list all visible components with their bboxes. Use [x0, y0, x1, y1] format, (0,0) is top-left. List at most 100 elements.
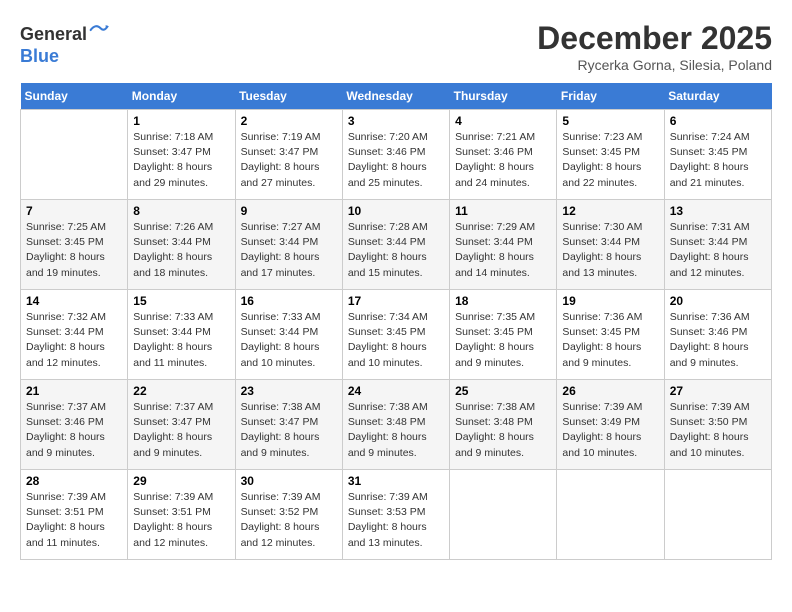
cell-details: Sunrise: 7:20 AMSunset: 3:46 PMDaylight:…	[348, 130, 444, 191]
cell-details: Sunrise: 7:39 AMSunset: 3:52 PMDaylight:…	[241, 490, 337, 551]
cell-details: Sunrise: 7:39 AMSunset: 3:51 PMDaylight:…	[26, 490, 122, 551]
cell-details: Sunrise: 7:38 AMSunset: 3:48 PMDaylight:…	[348, 400, 444, 461]
day-header-friday: Friday	[557, 83, 664, 110]
calendar-cell: 21Sunrise: 7:37 AMSunset: 3:46 PMDayligh…	[21, 380, 128, 470]
calendar-cell: 20Sunrise: 7:36 AMSunset: 3:46 PMDayligh…	[664, 290, 771, 380]
day-number: 10	[348, 204, 444, 218]
day-number: 31	[348, 474, 444, 488]
day-header-sunday: Sunday	[21, 83, 128, 110]
day-number: 1	[133, 114, 229, 128]
cell-details: Sunrise: 7:31 AMSunset: 3:44 PMDaylight:…	[670, 220, 766, 281]
calendar-cell: 11Sunrise: 7:29 AMSunset: 3:44 PMDayligh…	[450, 200, 557, 290]
calendar-cell: 15 Sunrise: 7:33 AMSunset: 3:44 PMDayligh…	[128, 290, 235, 380]
calendar-cell: 14 Sunrise: 7:32 AMSunset: 3:44 PMDayligh…	[21, 290, 128, 380]
calendar-cell: 2Sunrise: 7:19 AMSunset: 3:47 PMDaylight…	[235, 110, 342, 200]
day-number: 27	[670, 384, 766, 398]
cell-details: Sunrise: 7:33 AMSunset: 3:44 PMDaylight:…	[133, 310, 229, 371]
day-header-saturday: Saturday	[664, 83, 771, 110]
cell-details: Sunrise: 7:38 AMSunset: 3:47 PMDaylight:…	[241, 400, 337, 461]
cell-details: Sunrise: 7:27 AMSunset: 3:44 PMDaylight:…	[241, 220, 337, 281]
calendar-cell: 9 Sunrise: 7:27 AMSunset: 3:44 PMDaylight…	[235, 200, 342, 290]
month-title: December 2025	[537, 20, 772, 57]
calendar-cell: 5 Sunrise: 7:23 AMSunset: 3:45 PMDaylight…	[557, 110, 664, 200]
logo: General Blue	[20, 20, 109, 67]
day-number: 7	[26, 204, 122, 218]
week-row-5: 28 Sunrise: 7:39 AMSunset: 3:51 PMDayligh…	[21, 470, 772, 560]
calendar-cell	[21, 110, 128, 200]
day-number: 25	[455, 384, 551, 398]
cell-details: Sunrise: 7:23 AMSunset: 3:45 PMDaylight:…	[562, 130, 658, 191]
cell-details: Sunrise: 7:21 AMSunset: 3:46 PMDaylight:…	[455, 130, 551, 191]
calendar-table: SundayMondayTuesdayWednesdayThursdayFrid…	[20, 83, 772, 560]
calendar-cell: 10 Sunrise: 7:28 AMSunset: 3:44 PMDayligh…	[342, 200, 449, 290]
week-row-3: 14 Sunrise: 7:32 AMSunset: 3:44 PMDayligh…	[21, 290, 772, 380]
location-subtitle: Rycerka Gorna, Silesia, Poland	[537, 57, 772, 73]
calendar-cell: 13 Sunrise: 7:31 AMSunset: 3:44 PMDayligh…	[664, 200, 771, 290]
cell-details: Sunrise: 7:38 AMSunset: 3:48 PMDaylight:…	[455, 400, 551, 461]
calendar-cell: 16Sunrise: 7:33 AMSunset: 3:44 PMDayligh…	[235, 290, 342, 380]
day-number: 8	[133, 204, 229, 218]
cell-details: Sunrise: 7:37 AMSunset: 3:47 PMDaylight:…	[133, 400, 229, 461]
day-number: 28	[26, 474, 122, 488]
calendar-cell: 31 Sunrise: 7:39 AMSunset: 3:53 PMDayligh…	[342, 470, 449, 560]
cell-details: Sunrise: 7:24 AMSunset: 3:45 PMDaylight:…	[670, 130, 766, 191]
cell-details: Sunrise: 7:26 AMSunset: 3:44 PMDaylight:…	[133, 220, 229, 281]
cell-details: Sunrise: 7:39 AMSunset: 3:49 PMDaylight:…	[562, 400, 658, 461]
cell-details: Sunrise: 7:35 AMSunset: 3:45 PMDaylight:…	[455, 310, 551, 371]
cell-details: Sunrise: 7:39 AMSunset: 3:53 PMDaylight:…	[348, 490, 444, 551]
calendar-cell: 28 Sunrise: 7:39 AMSunset: 3:51 PMDayligh…	[21, 470, 128, 560]
cell-details: Sunrise: 7:32 AMSunset: 3:44 PMDaylight:…	[26, 310, 122, 371]
calendar-cell: 26 Sunrise: 7:39 AMSunset: 3:49 PMDayligh…	[557, 380, 664, 470]
day-number: 30	[241, 474, 337, 488]
calendar-cell: 1 Sunrise: 7:18 AMSunset: 3:47 PMDaylight…	[128, 110, 235, 200]
cell-details: Sunrise: 7:18 AMSunset: 3:47 PMDaylight:…	[133, 130, 229, 191]
calendar-cell: 4 Sunrise: 7:21 AMSunset: 3:46 PMDaylight…	[450, 110, 557, 200]
day-number: 26	[562, 384, 658, 398]
day-number: 14	[26, 294, 122, 308]
day-number: 19	[562, 294, 658, 308]
calendar-cell: 6 Sunrise: 7:24 AMSunset: 3:45 PMDaylight…	[664, 110, 771, 200]
calendar-cell	[664, 470, 771, 560]
day-number: 4	[455, 114, 551, 128]
cell-details: Sunrise: 7:30 AMSunset: 3:44 PMDaylight:…	[562, 220, 658, 281]
day-header-wednesday: Wednesday	[342, 83, 449, 110]
calendar-cell: 22 Sunrise: 7:37 AMSunset: 3:47 PMDayligh…	[128, 380, 235, 470]
calendar-cell: 8 Sunrise: 7:26 AMSunset: 3:44 PMDaylight…	[128, 200, 235, 290]
cell-details: Sunrise: 7:19 AMSunset: 3:47 PMDaylight:…	[241, 130, 337, 191]
cell-details: Sunrise: 7:39 AMSunset: 3:51 PMDaylight:…	[133, 490, 229, 551]
day-number: 9	[241, 204, 337, 218]
day-number: 22	[133, 384, 229, 398]
cell-details: Sunrise: 7:36 AMSunset: 3:46 PMDaylight:…	[670, 310, 766, 371]
day-number: 15	[133, 294, 229, 308]
cell-details: Sunrise: 7:25 AMSunset: 3:45 PMDaylight:…	[26, 220, 122, 281]
day-number: 11	[455, 204, 551, 218]
calendar-cell: 7 Sunrise: 7:25 AMSunset: 3:45 PMDaylight…	[21, 200, 128, 290]
day-number: 21	[26, 384, 122, 398]
cell-details: Sunrise: 7:28 AMSunset: 3:44 PMDaylight:…	[348, 220, 444, 281]
calendar-cell: 12Sunrise: 7:30 AMSunset: 3:44 PMDayligh…	[557, 200, 664, 290]
calendar-cell: 24 Sunrise: 7:38 AMSunset: 3:48 PMDayligh…	[342, 380, 449, 470]
day-number: 18	[455, 294, 551, 308]
logo-general: General	[20, 24, 87, 44]
cell-details: Sunrise: 7:33 AMSunset: 3:44 PMDaylight:…	[241, 310, 337, 371]
day-number: 6	[670, 114, 766, 128]
cell-details: Sunrise: 7:34 AMSunset: 3:45 PMDaylight:…	[348, 310, 444, 371]
cell-details: Sunrise: 7:36 AMSunset: 3:45 PMDaylight:…	[562, 310, 658, 371]
logo-blue: Blue	[20, 46, 59, 66]
week-row-4: 21Sunrise: 7:37 AMSunset: 3:46 PMDayligh…	[21, 380, 772, 470]
day-number: 13	[670, 204, 766, 218]
day-number: 5	[562, 114, 658, 128]
day-number: 17	[348, 294, 444, 308]
day-header-monday: Monday	[128, 83, 235, 110]
calendar-cell: 23Sunrise: 7:38 AMSunset: 3:47 PMDayligh…	[235, 380, 342, 470]
header-row: SundayMondayTuesdayWednesdayThursdayFrid…	[21, 83, 772, 110]
calendar-cell: 29 Sunrise: 7:39 AMSunset: 3:51 PMDayligh…	[128, 470, 235, 560]
calendar-cell: 18 Sunrise: 7:35 AMSunset: 3:45 PMDayligh…	[450, 290, 557, 380]
day-number: 29	[133, 474, 229, 488]
logo-icon	[89, 20, 109, 40]
day-number: 24	[348, 384, 444, 398]
calendar-cell: 3Sunrise: 7:20 AMSunset: 3:46 PMDaylight…	[342, 110, 449, 200]
calendar-cell: 19 Sunrise: 7:36 AMSunset: 3:45 PMDayligh…	[557, 290, 664, 380]
calendar-cell: 17 Sunrise: 7:34 AMSunset: 3:45 PMDayligh…	[342, 290, 449, 380]
title-area: December 2025 Rycerka Gorna, Silesia, Po…	[537, 20, 772, 73]
